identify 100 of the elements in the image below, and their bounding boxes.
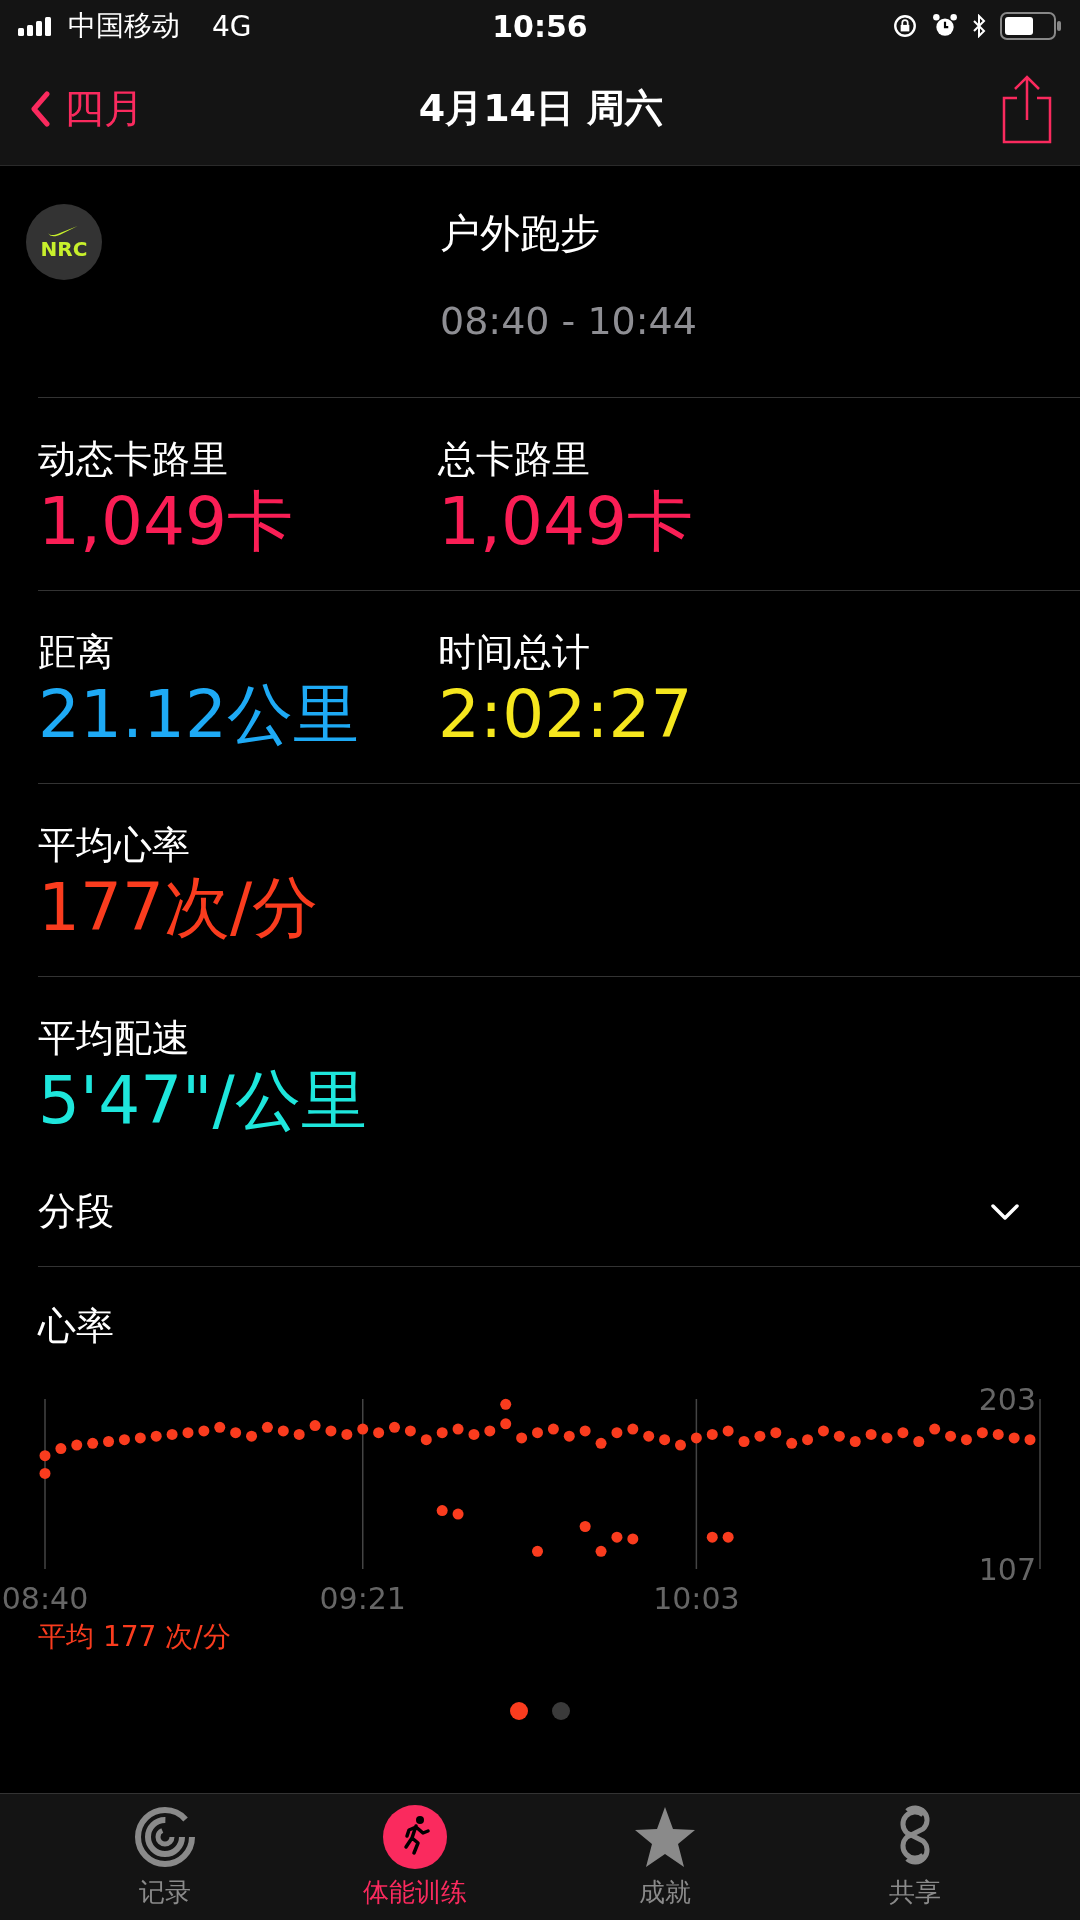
x-tick-label: 08:40 (1, 1581, 89, 1614)
average-heart-rate: 平均 177 次/分 (38, 1619, 231, 1655)
heart-rate-point (134, 1432, 146, 1444)
heart-rate-point (468, 1428, 480, 1440)
clock-time: 10:56 (492, 8, 588, 44)
heart-rate-point (627, 1533, 639, 1545)
heart-rate-point (643, 1430, 655, 1442)
splits-row[interactable]: 分段 (38, 1157, 1080, 1267)
heart-rate-point (246, 1430, 258, 1442)
heart-rate-point (547, 1423, 559, 1435)
back-button[interactable]: 四月 (30, 81, 290, 136)
heart-rate-point (706, 1428, 718, 1440)
heart-rate-point (992, 1428, 1004, 1440)
heart-rate-point (516, 1432, 528, 1444)
heart-rate-point (627, 1423, 639, 1435)
heart-rate-point (595, 1545, 607, 1557)
metric-label: 平均心率 (38, 822, 191, 868)
heart-rate-point (833, 1430, 845, 1442)
x-tick-label: 10:03 (653, 1581, 740, 1614)
heart-rate-point (166, 1428, 178, 1440)
heart-rate-point (404, 1425, 416, 1437)
heart-rate-point (738, 1436, 750, 1447)
rotation-lock-icon (892, 13, 918, 39)
metric-value: 5'47"/公里 (38, 1061, 368, 1141)
network-type: 4G (212, 9, 252, 43)
heart-rate-point (849, 1436, 861, 1447)
heart-rate-point (881, 1432, 893, 1444)
heart-rate-point (1024, 1434, 1036, 1446)
heart-rate-point (118, 1434, 130, 1446)
runner-icon (383, 1804, 447, 1869)
heart-rate-point (436, 1427, 448, 1439)
chart-title: 心率 (38, 1303, 114, 1349)
heart-rate-point (579, 1521, 591, 1532)
heart-rate-point (182, 1427, 194, 1439)
heart-rate-point (675, 1439, 686, 1451)
x-tick-label: 09:21 (319, 1581, 406, 1614)
heart-rate-point (230, 1427, 242, 1439)
heart-rate-point (55, 1443, 67, 1455)
heart-rate-point (452, 1508, 464, 1520)
heart-rate-point (865, 1428, 877, 1440)
carrier-name: 中国移动 (68, 8, 180, 44)
page-dot[interactable] (552, 1702, 570, 1720)
metric-label: 时间总计 (438, 629, 591, 675)
metric-value: 1,049卡 (438, 482, 694, 562)
heart-rate-point (659, 1434, 671, 1446)
heart-rate-point (770, 1427, 782, 1439)
metric-value: 21.12公里 (38, 675, 360, 755)
workout-name: 户外跑步 (440, 209, 601, 258)
metric-label: 动态卡路里 (38, 436, 229, 482)
heart-rate-point (373, 1427, 385, 1439)
heart-rate-point (389, 1421, 400, 1433)
metric-value: 177次/分 (38, 868, 320, 948)
page-dot[interactable] (510, 1702, 528, 1720)
heart-rate-point (690, 1432, 702, 1444)
heart-rate-point (436, 1505, 448, 1517)
heart-rate-point (103, 1436, 115, 1447)
heart-rate-point (532, 1427, 543, 1439)
bluetooth-icon (972, 14, 986, 38)
heart-rate-point (754, 1430, 766, 1442)
metric-label: 距离 (38, 629, 115, 675)
heart-rate-point (341, 1428, 353, 1440)
heart-rate-point (309, 1420, 321, 1432)
heart-rate-point (802, 1434, 814, 1446)
tab-item[interactable]: 共享 (815, 1804, 1015, 1910)
heart-rate-point (325, 1425, 337, 1437)
heart-rate-point (945, 1430, 957, 1442)
heart-rate-point (150, 1430, 162, 1442)
app-logo: NRC (26, 204, 102, 280)
heart-rate-point (976, 1427, 988, 1439)
heart-rate-point (722, 1531, 734, 1543)
heart-rate-point (357, 1423, 369, 1435)
heart-rate-point (563, 1430, 575, 1442)
heart-rate-point (595, 1437, 607, 1449)
tab-item[interactable]: 成就 (565, 1804, 765, 1910)
heart-rate-point (579, 1425, 591, 1437)
y-tick-label: 107 (978, 1551, 1036, 1587)
heart-rate-point (71, 1439, 83, 1451)
heart-rate-point (39, 1467, 51, 1479)
heart-rate-point (87, 1437, 99, 1449)
metric-value: 2:02:27 (438, 675, 694, 755)
tab-item[interactable]: 记录 (65, 1804, 265, 1910)
battery-icon (1000, 12, 1062, 40)
metric-label: 总卡路里 (438, 436, 591, 482)
chevron-left-icon (30, 90, 50, 127)
heart-rate-point (1008, 1432, 1020, 1444)
heart-rate-point (722, 1425, 734, 1437)
heart-rate-point (39, 1450, 51, 1462)
heart-rate-point (500, 1418, 512, 1430)
heart-rate-point (484, 1425, 496, 1437)
heart-rate-point (214, 1421, 226, 1433)
heart-rate-point (532, 1545, 543, 1557)
heart-rate-point (293, 1428, 305, 1440)
rings-icon (133, 1804, 197, 1869)
workout-time-range: 08:40 - 10:44 (440, 299, 697, 343)
share-icon[interactable] (1002, 73, 1052, 144)
heart-rate-point (611, 1427, 623, 1439)
heart-rate-point (611, 1531, 623, 1543)
page-title: 4月14日 周六 (418, 85, 664, 132)
heart-rate-point (913, 1436, 925, 1447)
tab-item[interactable]: 体能训练 (315, 1804, 515, 1910)
